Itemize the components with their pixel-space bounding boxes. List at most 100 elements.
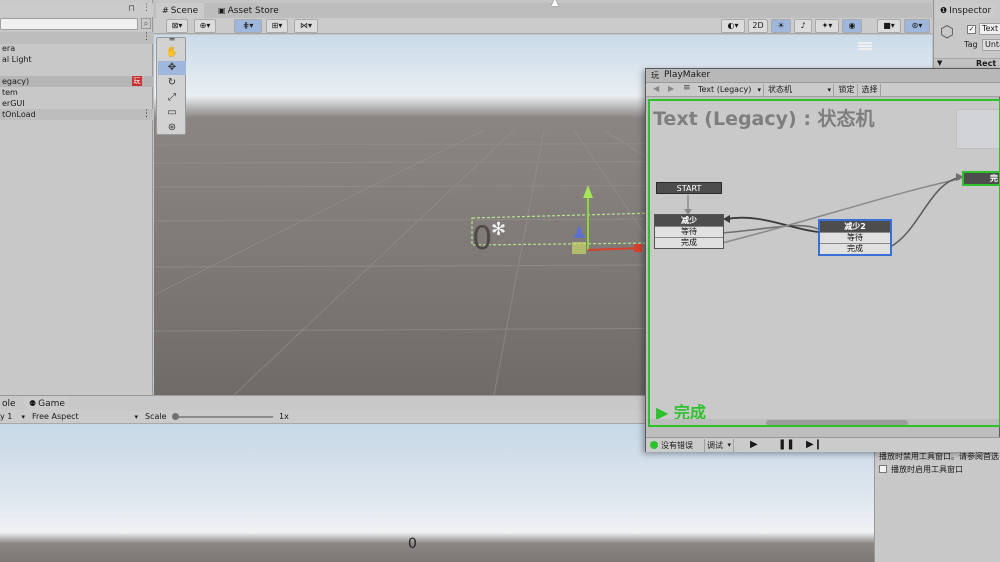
fsm-graph-canvas[interactable]: Text (Legacy) : 状态机 START 减少 等待 完成 减少2 等… <box>648 99 1000 427</box>
aspect-label: Free Aspect <box>32 412 79 421</box>
rotate-tool-icon[interactable]: ↻ <box>158 76 186 90</box>
state-node-reduce2-name: 减少2 <box>820 221 890 232</box>
tag-dropdown[interactable]: Unta <box>982 39 1000 51</box>
playmaker-note: 播放时禁用工具窗口。请参阅首选 <box>879 452 999 461</box>
hierarchy-canvas-row[interactable] <box>0 65 153 76</box>
tab-game-label: Game <box>38 399 65 409</box>
playmaker-badge-icon: 玩 <box>132 76 142 86</box>
grid-options-button[interactable]: ⋈▾ <box>294 19 318 33</box>
scale-tool-icon[interactable]: ⤢ <box>158 91 186 105</box>
dropdown-arrow-icon: ▾ <box>827 86 831 94</box>
hierarchy-item-dontdestroy[interactable]: tOnLoad <box>0 109 153 120</box>
gizmos-dropdown[interactable]: ⊛▾ <box>904 19 930 33</box>
state-node-reduce[interactable]: 减少 等待 完成 <box>654 214 724 249</box>
hierarchy-item-text-legacy[interactable]: egacy) <box>0 76 153 87</box>
gameobject-cube-icon: ⬡ <box>940 22 954 41</box>
fsm-select-dropdown[interactable]: 状态机 ▾ <box>766 84 834 96</box>
orientation-gizmo[interactable] <box>850 38 880 68</box>
select-button[interactable]: 选择 <box>859 84 881 96</box>
game-score-text: 0 <box>408 536 417 552</box>
lighting-toggle-icon[interactable]: ☀ <box>771 19 791 33</box>
debug-dropdown[interactable]: 调试 ▾ <box>704 439 734 452</box>
dropdown-arrow-icon: ▾ <box>134 413 138 421</box>
playmaker-titlebar[interactable]: 玩 PlayMaker <box>646 69 1000 83</box>
dropdown-arrow-icon: ▾ <box>21 413 25 421</box>
gizmo-globe-dropdown[interactable]: ⊕▾ <box>194 19 216 33</box>
gameobject-select-dropdown[interactable]: Text (Legacy) ▾ <box>696 84 764 96</box>
play-button[interactable]: ▶ <box>750 439 758 450</box>
name-field[interactable]: Text <box>979 23 1000 35</box>
dontdestroy-menu-icon[interactable]: ⋮ <box>142 109 151 119</box>
increment-snap-button[interactable]: ⊞▾ <box>266 19 288 33</box>
camera-dropdown[interactable]: ■▾ <box>877 19 901 33</box>
playmaker-title-icon: 玩 <box>651 71 659 80</box>
tab-game[interactable]: ⚉ Game <box>25 397 69 411</box>
state-node-done[interactable]: 完 <box>962 171 999 186</box>
state-node-done-name: 完 <box>964 173 999 184</box>
hierarchy-item-gui[interactable]: erGUI <box>0 98 25 109</box>
shading-dropdown[interactable]: ◐▾ <box>721 19 745 33</box>
hierarchy-search-field[interactable] <box>0 18 138 30</box>
tab-scene[interactable]: # Scene <box>156 3 205 18</box>
event-finished[interactable]: 完成 <box>820 243 890 254</box>
palette-grip[interactable]: ═ <box>158 36 186 44</box>
hierarchy-item-light[interactable]: al Light <box>0 54 32 65</box>
scene-menu-icon[interactable]: ⋮ <box>142 32 151 42</box>
state-node-reduce2[interactable]: 减少2 等待 完成 <box>818 219 892 256</box>
event-wait[interactable]: 等待 <box>655 226 723 237</box>
move-tool-icon[interactable]: ✥ <box>158 61 186 75</box>
back-arrow-icon[interactable]: ◀ <box>653 84 659 93</box>
tab-inspector-label: Inspector <box>949 6 992 16</box>
mouse-cursor-icon: ▲ <box>551 0 559 8</box>
scene-text-object[interactable]: 0 <box>472 219 492 257</box>
rect-tool-icon[interactable]: ▭ <box>158 106 186 120</box>
enable-tools-label: 播放时启用工具窗口 <box>891 465 963 474</box>
tool-palette: ═ ✋ ✥ ↻ ⤢ ▭ ⊛ <box>156 36 186 135</box>
draw-mode-dropdown[interactable]: ⊠▾ <box>166 19 188 33</box>
hierarchy-item-camera[interactable]: era <box>0 43 15 54</box>
event-finished[interactable]: 完成 <box>655 237 723 248</box>
list-menu-icon[interactable]: ≡ <box>683 83 691 93</box>
state-node-reduce-name: 减少 <box>655 215 723 226</box>
inspector-lower: 播放时禁用工具窗口。请参阅首选 播放时启用工具窗口 <box>874 445 1000 562</box>
forward-arrow-icon[interactable]: ▶ <box>668 84 674 93</box>
graph-hscrollbar[interactable] <box>650 419 999 425</box>
menu-dots-icon[interactable]: ⋮ <box>142 3 151 13</box>
scene-header-row[interactable] <box>0 32 153 44</box>
lock-icon[interactable]: ⊓ <box>128 4 135 14</box>
tab-asset-store-label: Asset Store <box>227 6 279 16</box>
tab-console[interactable]: ole <box>0 397 18 411</box>
playmaker-statusbar: 没有错误 调试 ▾ ▶ ❚❚ ▶❙ <box>646 437 1000 452</box>
search-options-icon[interactable]: ⌕ <box>141 18 151 29</box>
tag-label: Tag <box>964 40 978 49</box>
pause-button[interactable]: ❚❚ <box>778 439 795 450</box>
playmaker-title: PlayMaker <box>664 70 711 80</box>
grid-snap-button[interactable]: ⋕▾ <box>234 19 262 33</box>
aspect-dropdown[interactable]: Free Aspect ▾ <box>30 410 140 424</box>
effects-dropdown[interactable]: ✦▾ <box>815 19 839 33</box>
hierarchy-panel: ⊓ ⋮ ⌕ ⋮ era al Light egacy) 玩 tem erGUI … <box>0 0 153 395</box>
event-wait[interactable]: 等待 <box>820 232 890 243</box>
graph-hscrollbar-thumb[interactable] <box>766 420 908 425</box>
transform-tool-icon[interactable]: ⊛ <box>158 121 186 135</box>
scale-slider-handle[interactable] <box>172 413 179 420</box>
start-node[interactable]: START <box>656 182 722 194</box>
lock-button[interactable]: 锁定 <box>836 84 858 96</box>
hidden-objects-icon[interactable]: ◉ <box>842 19 862 33</box>
playmaker-window: 玩 PlayMaker ◀ ▶ ≡ Text (Legacy) ▾ 状态机 ▾ 锁定… <box>645 68 1000 452</box>
foldout-arrow-icon: ▼ <box>937 59 943 67</box>
scale-slider-track[interactable] <box>175 416 273 418</box>
toggle-2d-button[interactable]: 2D <box>748 19 768 33</box>
tab-asset-store[interactable]: ▣ Asset Store <box>212 3 285 18</box>
active-checkbox[interactable]: ✓ <box>967 25 976 34</box>
step-button[interactable]: ▶❙ <box>806 439 822 450</box>
asset-store-icon: ▣ <box>218 6 226 15</box>
display-dropdown[interactable]: y 1 ▾ <box>0 410 26 424</box>
info-icon: ❶ <box>940 6 948 15</box>
hand-tool-icon[interactable]: ✋ <box>158 46 186 60</box>
audio-toggle-icon[interactable]: ♪ <box>794 19 812 33</box>
hierarchy-item-eventsystem[interactable]: tem <box>0 87 18 98</box>
display-label: y 1 <box>0 412 13 421</box>
enable-tools-checkbox[interactable] <box>879 465 887 473</box>
tab-inspector[interactable]: ❶ Inspector <box>936 3 996 18</box>
